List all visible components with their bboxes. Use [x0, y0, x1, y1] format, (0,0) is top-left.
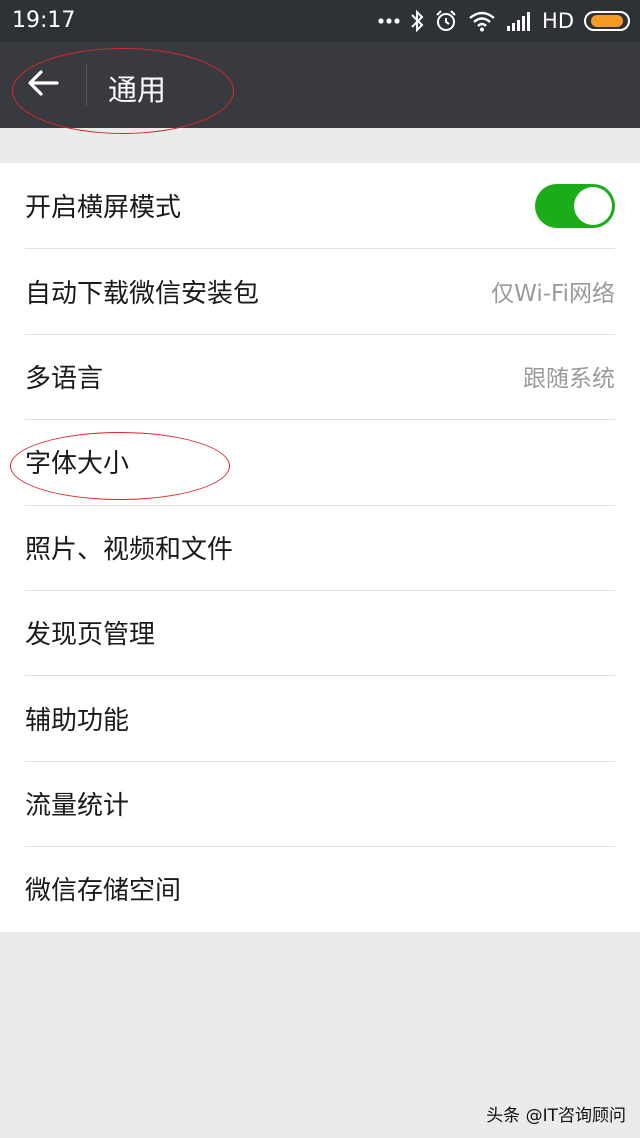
status-icons: HD — [378, 6, 630, 36]
setting-auto-download[interactable]: 自动下载微信安装包 仅Wi-Fi网络 — [0, 248, 640, 333]
status-bar: 19:17 HD — [0, 0, 640, 42]
setting-font-size[interactable]: 字体大小 — [0, 419, 640, 504]
setting-landscape-mode[interactable]: 开启横屏模式 — [0, 163, 640, 248]
back-button[interactable] — [20, 62, 66, 108]
battery-fill — [590, 15, 624, 27]
page-title: 通用 — [108, 73, 167, 107]
setting-label: 自动下载微信安装包 — [25, 278, 260, 309]
settings-list: 开启横屏模式 自动下载微信安装包 仅Wi-Fi网络 多语言 跟随系统 字体大小 … — [0, 163, 640, 932]
watermark: 头条 @IT咨询顾问 — [486, 1106, 626, 1126]
setting-label: 开启横屏模式 — [25, 193, 182, 224]
setting-label: 流量统计 — [25, 790, 130, 821]
setting-value: 跟随系统 — [523, 366, 615, 393]
arrow-left-icon — [27, 69, 59, 101]
setting-label: 发现页管理 — [25, 620, 156, 651]
setting-accessibility[interactable]: 辅助功能 — [0, 675, 640, 760]
toggle-knob — [574, 186, 612, 225]
setting-label: 微信存储空间 — [25, 876, 182, 907]
setting-traffic[interactable]: 流量统计 — [0, 760, 640, 846]
setting-label: 多语言 — [25, 363, 104, 394]
setting-language[interactable]: 多语言 跟随系统 — [0, 333, 640, 419]
setting-label: 辅助功能 — [25, 705, 130, 736]
battery-icon — [584, 11, 630, 31]
app-bar: 通用 — [0, 42, 640, 128]
bluetooth-icon — [410, 9, 424, 33]
setting-label: 字体大小 — [25, 449, 130, 480]
setting-discover[interactable]: 发现页管理 — [0, 589, 640, 675]
status-time: 19:17 — [12, 8, 76, 33]
wifi-icon — [468, 10, 496, 32]
app-bar-divider — [86, 64, 87, 106]
setting-media[interactable]: 照片、视频和文件 — [0, 504, 640, 590]
setting-storage[interactable]: 微信存储空间 — [0, 846, 640, 931]
alarm-icon — [434, 9, 458, 33]
setting-label: 照片、视频和文件 — [25, 534, 234, 565]
more-dots-icon — [378, 17, 400, 25]
landscape-toggle[interactable] — [535, 183, 615, 228]
setting-value: 仅Wi-Fi网络 — [491, 281, 615, 308]
signal-icon — [506, 11, 532, 31]
network-type: HD — [542, 9, 574, 33]
